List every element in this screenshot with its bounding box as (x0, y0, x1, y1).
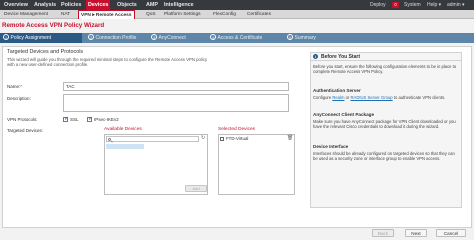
step-number: 5 (287, 33, 293, 40)
nav-tab-intelligence[interactable]: Intelligence (164, 0, 194, 10)
name-label: Name:* (7, 84, 22, 89)
step-number: 4 (210, 33, 216, 40)
name-input[interactable]: TAC (63, 82, 289, 91)
step-anyconnect[interactable]: 3 AnyConnect (151, 33, 206, 43)
section-description: This wizard will guide you through the r… (7, 57, 208, 68)
nav-tab-objects[interactable]: Objects (117, 0, 137, 10)
step-label: Policy Assignment (10, 35, 52, 41)
selected-devices-title: Selected Devices (218, 127, 256, 132)
search-icon (108, 137, 111, 141)
subnav-qos[interactable]: QoS (146, 10, 156, 19)
nav-tab-amp[interactable]: AMP (146, 0, 158, 10)
alerts-count: 0 (394, 2, 397, 7)
help-menu[interactable]: Help ▾ (427, 0, 441, 10)
wizard-title: Remote Access VPN Policy Wizard (2, 22, 105, 29)
ssl-checkbox[interactable] (63, 116, 69, 122)
wizard-steps: 1 Policy Assignment 2 Connection Profile 3… (0, 33, 474, 43)
step-access-certificate[interactable]: 4 Access & Certificate (210, 33, 285, 43)
device-interface-text: Interfaces should be already configured … (313, 151, 455, 162)
name-label-text: Name: (7, 84, 21, 89)
device-interface-title: Device Interface (313, 144, 349, 149)
back-button[interactable]: Back (372, 229, 394, 237)
subnav-flexconfig[interactable]: FlexConfig (213, 10, 236, 19)
delete-icon[interactable]: 🗑 (287, 135, 293, 141)
selected-devices-list (218, 134, 295, 195)
auth-server-text: Configure Realm or RADIUS Server Group t… (313, 95, 459, 100)
ipsec-ikev2-checkbox[interactable] (87, 116, 93, 122)
subnav-platform-settings[interactable]: Platform Settings (164, 10, 201, 19)
deploy-button[interactable]: Deploy (370, 0, 386, 10)
description-label: Description: (7, 96, 31, 101)
alerts-icon[interactable]: 0 (392, 2, 399, 8)
refresh-icon[interactable]: ↻ (201, 136, 205, 141)
step-label: Summary (294, 35, 316, 41)
required-asterisk: * (20, 84, 23, 89)
before-you-start-box (310, 52, 462, 208)
next-button[interactable]: Next (405, 229, 427, 237)
sub-navigation-bar: Device Management NAT VPN ▸ Remote Acces… (0, 10, 474, 19)
realm-link[interactable]: Realm (332, 95, 344, 100)
step-connection-profile[interactable]: 2 Connection Profile (88, 33, 158, 43)
ipsec-ikev2-label: IPsec-IKEv2 (94, 117, 119, 122)
step-number: 3 (151, 33, 157, 40)
step-label: Access & Certificate (217, 35, 263, 41)
available-devices-title: Available Devices (104, 127, 142, 132)
subnav-device-management[interactable]: Device Management (4, 10, 48, 19)
subnav-nat[interactable]: NAT (61, 10, 70, 19)
anyconnect-package-text: Make sure you have AnyConnect package fo… (313, 119, 456, 130)
nav-tab-policies[interactable]: Policies (61, 0, 81, 10)
subnav-certificates[interactable]: Certificates (247, 10, 271, 19)
nav-tab-overview[interactable]: Overview (4, 0, 28, 10)
vpn-protocols-label: VPN Protocols: (7, 117, 38, 122)
step-label: AnyConnect (158, 35, 186, 41)
user-menu[interactable]: admin ▾ (447, 0, 465, 10)
auth-text-pre: Configure (313, 95, 333, 100)
radius-server-group-link[interactable]: RADIUS Server Group (351, 95, 393, 100)
subnav-vpn-remote-access[interactable]: VPN ▸ Remote Access (78, 10, 135, 19)
description-textarea[interactable] (63, 94, 289, 112)
device-icon (220, 137, 224, 141)
before-you-start-title: Before You Start (321, 54, 360, 60)
available-device-row[interactable] (106, 144, 144, 149)
cancel-button[interactable]: Cancel (436, 229, 466, 237)
nav-tab-analysis[interactable]: Analysis (34, 0, 56, 10)
auth-text-post: to authenticate VPN clients. (392, 95, 446, 100)
step-summary[interactable]: 5 Summary (287, 33, 337, 43)
section-title: Targeted Devices and Protocols (7, 49, 84, 55)
selected-device-item: FTD-Virtual (226, 136, 249, 141)
info-intro: Before you start, ensure the following c… (313, 64, 457, 75)
system-menu[interactable]: System (404, 0, 421, 10)
auth-server-title: Authentication Server (313, 88, 361, 93)
add-device-button[interactable]: Add (185, 185, 207, 192)
info-icon: i (313, 54, 318, 59)
step-label: Connection Profile (95, 35, 137, 41)
step-policy-assignment[interactable]: 1 Policy Assignment (0, 33, 82, 43)
step-number: 2 (88, 33, 94, 40)
available-devices-search[interactable] (106, 136, 199, 142)
anyconnect-package-title: AnyConnect Client Package (313, 112, 375, 117)
top-navigation-bar: Overview Analysis Policies Devices Objec… (0, 0, 474, 10)
nav-tab-devices[interactable]: Devices (86, 0, 111, 10)
ssl-label: SSL (70, 117, 79, 122)
step-number: 1 (3, 33, 9, 40)
targeted-devices-label: Targeted Devices: (7, 128, 44, 133)
